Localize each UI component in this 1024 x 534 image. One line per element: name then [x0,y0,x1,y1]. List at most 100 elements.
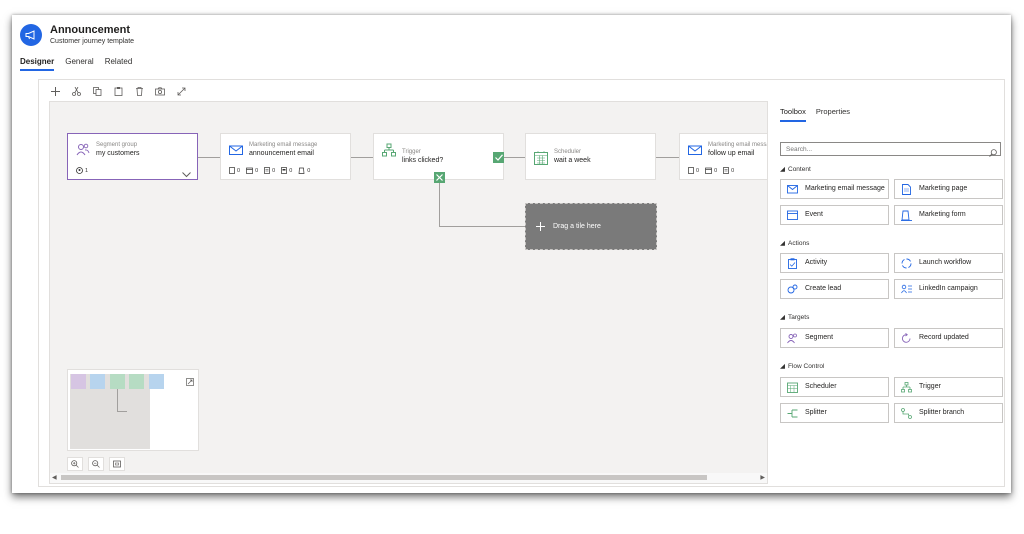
minimap-tile [71,374,86,389]
tool-label: LinkedIn campaign [919,285,978,293]
collapse-icon: ◢ [780,314,785,321]
tool-create-lead[interactable]: Create lead [780,279,889,299]
expand-icon[interactable] [186,373,194,391]
scheduler-icon [534,151,548,165]
page-icon [264,167,270,174]
tab-designer[interactable]: Designer [20,57,55,71]
tool-marketing-page[interactable]: Marketing page [894,179,1003,199]
segment-icon [787,333,798,344]
stat-value: 0 [255,167,259,174]
trigger-no-badge[interactable] [434,172,445,183]
collapse-icon: ◢ [780,166,785,173]
tile-name: wait a week [554,157,591,164]
trigger-icon [901,381,912,393]
tab-toolbox[interactable]: Toolbox [780,107,806,122]
tool-event[interactable]: Event [780,205,889,225]
stat-item: 0 [705,167,717,174]
section-targets[interactable]: ◢ Targets [780,313,809,322]
fit-to-screen-button[interactable] [109,457,125,471]
designer-toolbar [49,85,187,97]
tool-label: Trigger [919,383,941,391]
copy-icon[interactable] [91,85,103,97]
calendar-icon [246,167,253,174]
connector [439,226,525,227]
zoom-out-icon [92,460,100,468]
splitter-branch-icon [901,407,912,419]
tile-scheduler[interactable]: Scheduler wait a week [525,133,656,180]
stat-item: 0 [281,167,292,174]
tool-trigger[interactable]: Trigger [894,377,1003,397]
form-icon [281,167,288,174]
minimap-connector [117,389,118,411]
scroll-left-icon[interactable]: ◀ [52,474,57,481]
tool-splitter[interactable]: Splitter [780,403,889,423]
tool-label: Marketing email message [805,185,885,193]
screenshot-icon[interactable] [154,85,166,97]
minimap-connector [117,411,127,412]
paste-icon[interactable] [112,85,124,97]
stat-item: 0 [264,167,275,174]
section-actions[interactable]: ◢ Actions [780,239,809,248]
event-icon [787,210,798,221]
email-icon [787,184,798,195]
tab-properties[interactable]: Properties [816,107,850,122]
section-flow-control[interactable]: ◢ Flow Control [780,362,824,371]
page-title: Announcement [50,24,131,36]
checkmark-icon [494,154,503,161]
app-window: Announcement Customer journey template D… [12,15,1011,493]
stat-value: 0 [731,167,735,174]
toolbox-panel: Toolbox Properties ◢Content Marketing em… [776,101,1004,484]
tab-general[interactable]: General [65,57,93,71]
tile-name: links clicked? [402,157,444,164]
add-icon[interactable] [49,85,61,97]
tool-marketing-email[interactable]: Marketing email message [780,179,889,199]
zoom-out-button[interactable] [88,457,104,471]
section-content[interactable]: ◢ Content [780,165,811,174]
stat-item: 0 [246,167,258,174]
scroll-right-icon[interactable]: ▶ [760,474,765,481]
collapse-icon: ◢ [780,363,785,370]
minimap-tile [149,374,164,389]
journey-canvas[interactable]: Segment group my customers 1 Marketing e… [49,101,768,484]
tool-label: Marketing form [919,211,966,219]
tool-record-updated[interactable]: Record updated [894,328,1003,348]
tool-scheduler[interactable]: Scheduler [780,377,889,397]
toolbox-search-input[interactable] [780,142,1001,156]
tool-label: Splitter [805,409,827,417]
tool-label: Launch workflow [919,259,972,267]
cut-icon[interactable] [70,85,82,97]
minimap[interactable] [67,369,199,451]
tool-linkedin-campaign[interactable]: LinkedIn campaign [894,279,1003,299]
stat-value: 0 [307,167,311,174]
tool-segment[interactable]: Segment [780,328,889,348]
expand-icon[interactable] [175,85,187,97]
drop-tile-placeholder[interactable]: Drag a tile here [525,203,657,250]
tile-marketing-email[interactable]: Marketing email message announcement ema… [220,133,351,180]
connector [656,157,679,158]
tile-type: Marketing email message [708,142,767,148]
delete-icon[interactable] [133,85,145,97]
form-icon [901,210,912,221]
email-icon [688,143,702,157]
tool-splitter-branch[interactable]: Splitter branch [894,403,1003,423]
tool-activity[interactable]: Activity [780,253,889,273]
tool-marketing-form[interactable]: Marketing form [894,205,1003,225]
trigger-yes-badge[interactable] [493,152,504,163]
lead-icon [787,284,798,295]
tile-segment-group[interactable]: Segment group my customers 1 [67,133,198,180]
tab-related[interactable]: Related [105,57,133,71]
collapse-icon: ◢ [780,240,785,247]
fit-screen-icon [113,460,121,468]
tile-type: Segment group [96,142,138,148]
search-icon[interactable] [989,144,997,162]
chevron-down-icon[interactable] [182,165,191,183]
tile-marketing-email-followup[interactable]: Marketing email message follow up email … [679,133,767,180]
horizontal-scrollbar[interactable]: ◀ ▶ [50,473,767,483]
scrollbar-thumb[interactable] [61,475,707,480]
close-icon [436,174,443,181]
tile-name: follow up email [708,150,755,157]
drop-tile-label: Drag a tile here [553,223,601,230]
zoom-in-button[interactable] [67,457,83,471]
tool-launch-workflow[interactable]: Launch workflow [894,253,1003,273]
minimap-tile [90,374,105,389]
